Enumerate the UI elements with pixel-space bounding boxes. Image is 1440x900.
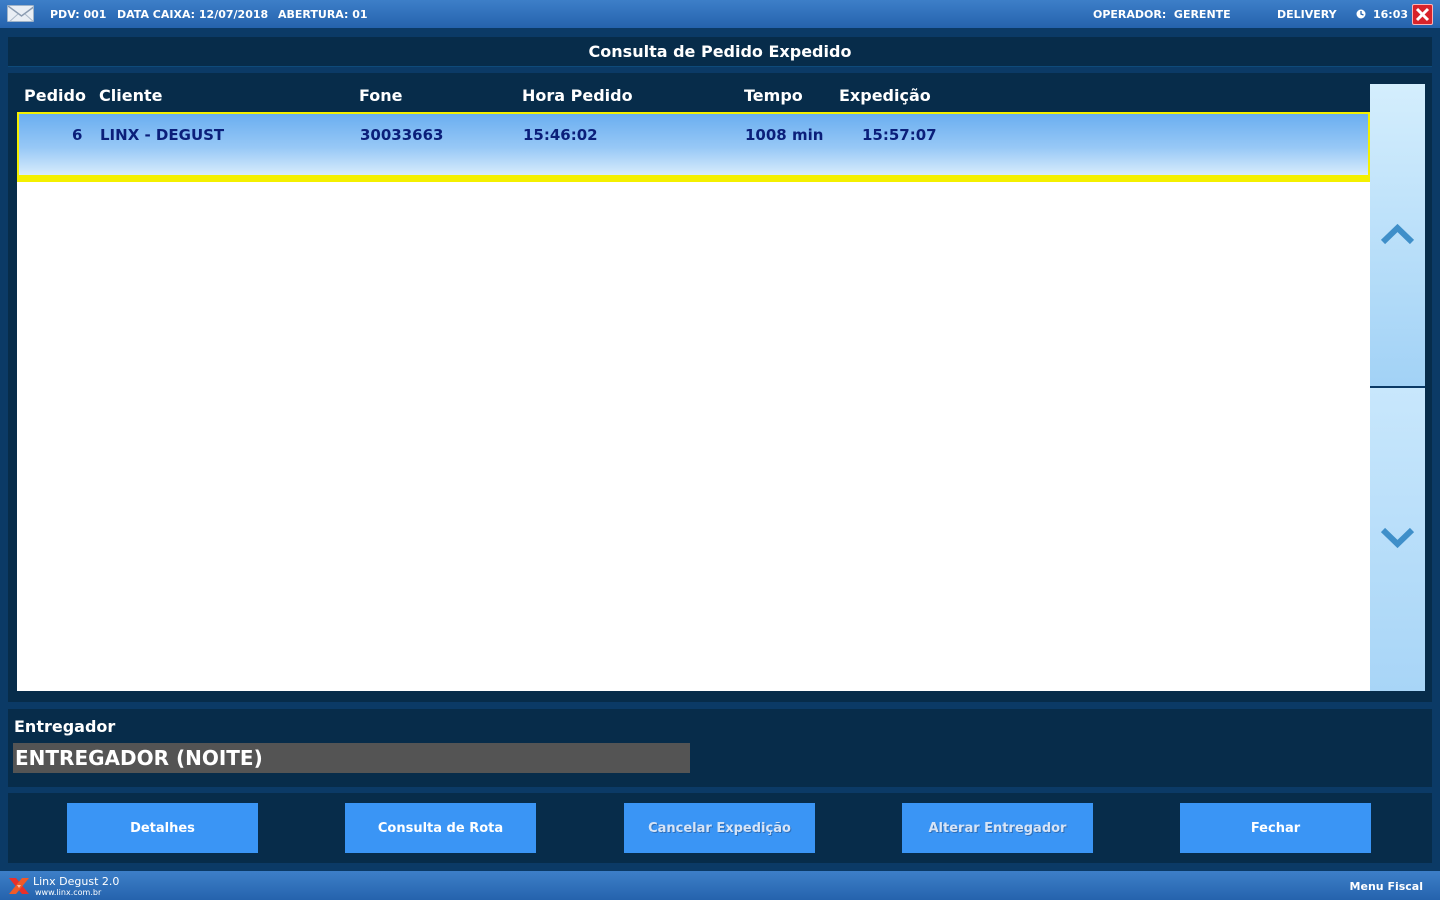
mail-icon[interactable]	[7, 5, 34, 22]
column-expedicao: Expedição	[839, 86, 931, 105]
cell-expedicao: 15:57:07	[862, 126, 937, 144]
brand-name: Linx Degust 2.0	[33, 875, 120, 888]
chevron-up-icon	[1380, 223, 1415, 245]
fechar-button[interactable]: Fechar	[1180, 803, 1371, 853]
column-tempo: Tempo	[744, 86, 803, 105]
courier-label: Entregador	[14, 717, 116, 736]
table-row[interactable]: 6 LINX - DEGUST 30033663 15:46:02 1008 m…	[17, 112, 1370, 182]
alterar-entregador-button[interactable]: Alterar Entregador	[902, 803, 1093, 853]
cell-cliente: LINX - DEGUST	[100, 126, 225, 144]
linx-logo-icon	[9, 878, 29, 894]
abertura-label: ABERTURA: 01	[278, 8, 368, 21]
cell-fone: 30033663	[360, 126, 444, 144]
data-caixa-label: DATA CAIXA: 12/07/2018	[117, 8, 269, 21]
page-title: Consulta de Pedido Expedido	[588, 42, 852, 61]
pdv-label: PDV: 001	[50, 8, 107, 21]
orders-table: Pedido Cliente Fone Hora Pedido Tempo Ex…	[17, 84, 1370, 691]
mode-label: DELIVERY	[1277, 8, 1337, 21]
status-bar: PDV: 001 DATA CAIXA: 12/07/2018 ABERTURA…	[0, 0, 1440, 28]
orders-panel: Pedido Cliente Fone Hora Pedido Tempo Ex…	[8, 73, 1432, 702]
courier-field[interactable]: ENTREGADOR (NOITE)	[13, 743, 690, 773]
menu-fiscal-link[interactable]: Menu Fiscal	[1350, 880, 1423, 893]
scroll-down-button[interactable]	[1370, 388, 1425, 691]
cancelar-expedicao-button[interactable]: Cancelar Expedição	[624, 803, 815, 853]
clock-icon	[1356, 9, 1366, 19]
operador-label: OPERADOR: GERENTE	[1093, 8, 1231, 21]
column-pedido: Pedido	[24, 86, 86, 105]
column-hora-pedido: Hora Pedido	[522, 86, 633, 105]
consulta-rota-button[interactable]: Consulta de Rota	[345, 803, 536, 853]
cell-pedido: 6	[72, 126, 83, 144]
scroll-up-button[interactable]	[1370, 84, 1425, 386]
footer-bar: Linx Degust 2.0 www.linx.com.br Menu Fis…	[0, 871, 1440, 900]
clock-time: 16:03	[1373, 8, 1409, 21]
cell-hora-pedido: 15:46:02	[523, 126, 598, 144]
action-bar: Detalhes Consulta de Rota Cancelar Exped…	[8, 793, 1432, 863]
chevron-down-icon	[1380, 527, 1415, 549]
cell-tempo: 1008 min	[745, 126, 824, 144]
column-cliente: Cliente	[99, 86, 163, 105]
table-header: Pedido Cliente Fone Hora Pedido Tempo Ex…	[17, 84, 1370, 112]
brand-url: www.linx.com.br	[35, 888, 102, 897]
courier-panel: Entregador ENTREGADOR (NOITE)	[8, 709, 1432, 787]
title-panel: Consulta de Pedido Expedido	[8, 37, 1432, 67]
close-button[interactable]	[1412, 4, 1433, 25]
close-icon	[1415, 7, 1430, 22]
column-fone: Fone	[359, 86, 403, 105]
detalhes-button[interactable]: Detalhes	[67, 803, 258, 853]
